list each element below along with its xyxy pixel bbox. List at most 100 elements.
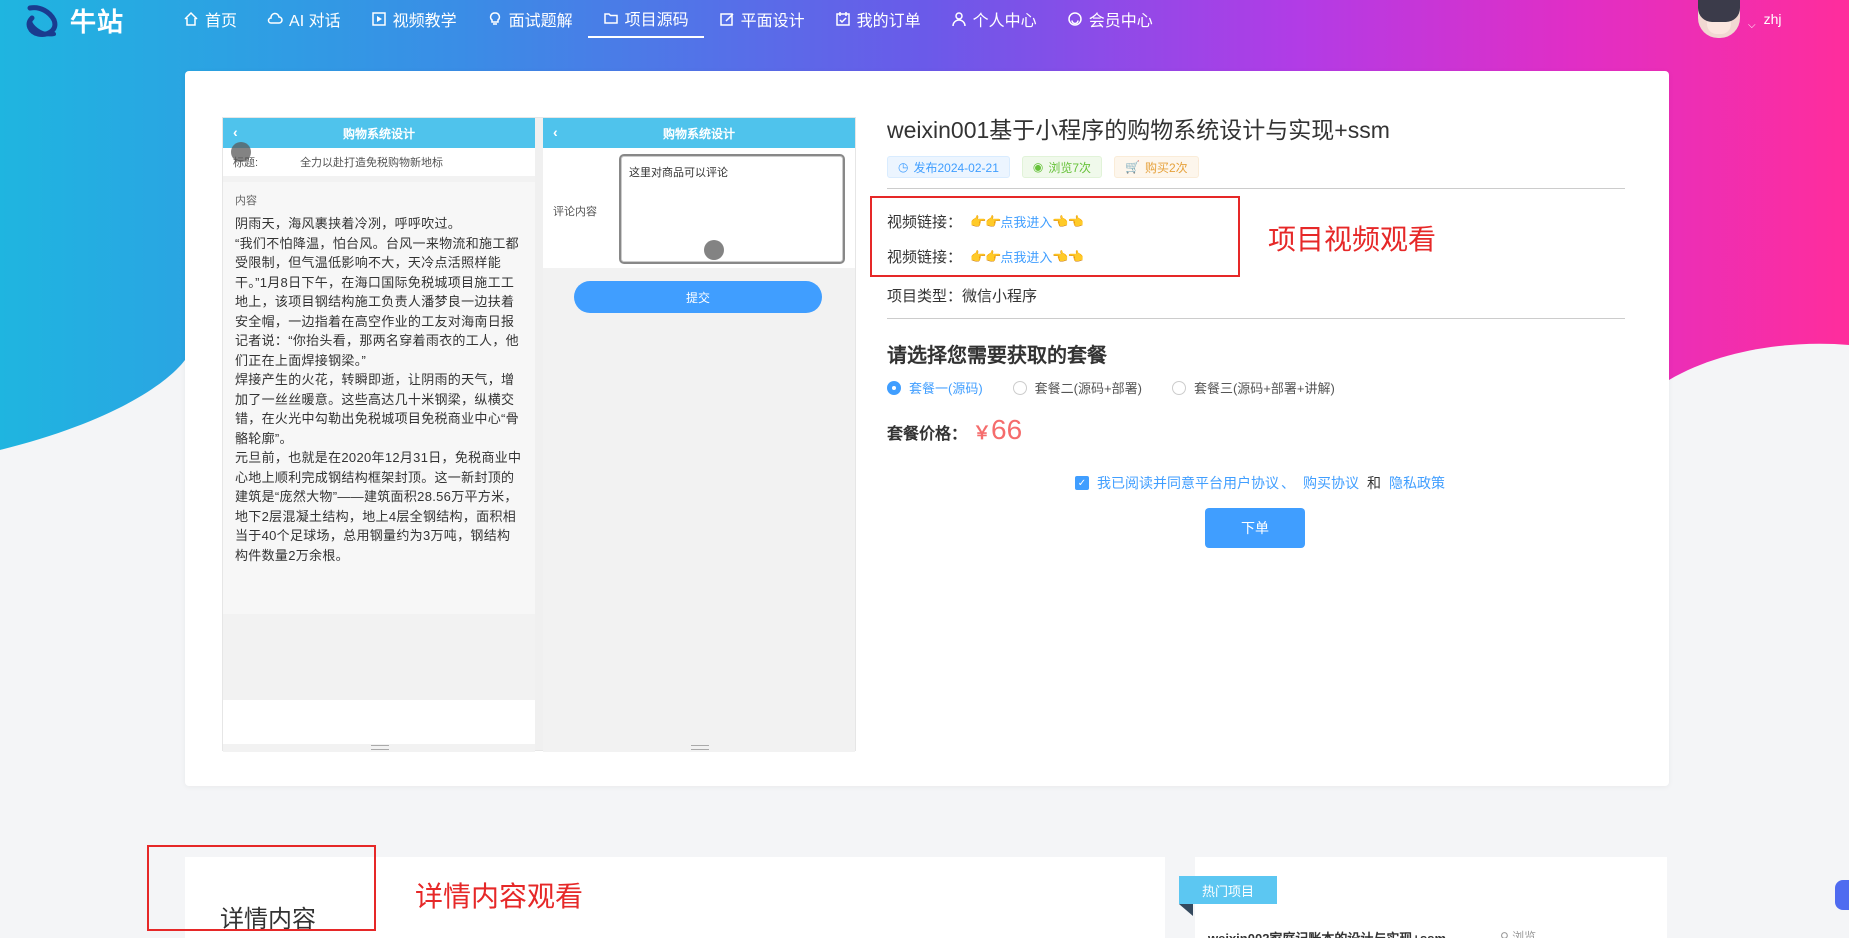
nav-item-label: 首页: [205, 13, 238, 30]
annotation-video-text: 项目视频观看: [1268, 224, 1437, 255]
buys-badge: 🛒 购买2次: [1114, 156, 1199, 178]
play-icon: [371, 12, 386, 26]
nav-item-vip[interactable]: 会员中心: [1052, 0, 1168, 38]
nav-item-design[interactable]: 平面设计: [704, 0, 820, 38]
buys-count: 购买2次: [1145, 160, 1188, 175]
phone-title: 购物系统设计: [662, 126, 735, 141]
agree-text: 我已阅读并同意平台: [1097, 475, 1223, 491]
price-row: 套餐价格： ￥66: [887, 414, 1022, 446]
user-agreement-link[interactable]: 用户协议: [1223, 473, 1279, 493]
user-icon: [951, 12, 966, 27]
purchase-agreement-link[interactable]: 购买协议: [1303, 473, 1359, 493]
package-options: 套餐一(源码) 套餐二(源码+部署) 套餐三(源码+部署+讲解): [887, 378, 1335, 397]
back-icon: ‹: [553, 124, 558, 140]
drag-handle[interactable]: [371, 745, 389, 750]
nav-menu: 首页 AI 对话 视频教学 面试题解 项目源码 平面设计 我的订单 个人中心 会…: [168, 0, 1168, 38]
package-option-1[interactable]: 套餐一(源码): [887, 378, 983, 397]
agree-and: 和: [1367, 475, 1381, 491]
nav-item-orders[interactable]: 我的订单: [820, 0, 936, 38]
price-amount: 66: [991, 414, 1023, 445]
calendar-icon: [835, 12, 850, 26]
phone-title: 购物系统设计: [342, 126, 415, 141]
submit-button[interactable]: 提交: [574, 281, 822, 313]
phone-title-bar: ‹ 购物系统设计: [223, 118, 535, 148]
nav-item-home[interactable]: 首页: [168, 0, 252, 38]
agreement-checkbox[interactable]: ✓: [1075, 476, 1089, 490]
divider: [887, 318, 1625, 319]
package-title: 请选择您需要获取的套餐: [887, 345, 1107, 367]
smile-icon: [1067, 12, 1082, 26]
phone-title-bar: ‹ 购物系统设计: [543, 118, 855, 148]
nav-item-label: 视频教学: [392, 13, 457, 30]
hot-project-views: ⚲ 浏览: [1500, 928, 1536, 938]
logo-icon: [26, 4, 58, 37]
privacy-policy-link[interactable]: 隐私政策: [1389, 473, 1445, 493]
views-count: 浏览7次: [1048, 160, 1092, 175]
home-icon: [184, 11, 198, 26]
product-title: weixin001基于小程序的购物系统设计与实现+ssm: [887, 117, 1390, 143]
phone-screenshot-comment: ‹ 购物系统设计 评论内容 这里对商品可以评论 提交: [543, 118, 855, 752]
hot-project-item[interactable]: weixin002家庭记账本的设计与实现+ssm: [1208, 928, 1446, 938]
nav-item-label: 个人中心: [972, 13, 1037, 30]
radio-icon: [1012, 380, 1027, 395]
product-tags: ◷ 发布2024-02-21 ◉ 浏览7次 🛒 购买2次: [887, 156, 1199, 178]
package-label: 套餐一(源码): [909, 381, 983, 396]
content-text: 阴雨天，海风裹挟着冷冽，呼呼吹过。 “我们不怕降温，怕台风。台风一来物流和施工都…: [235, 216, 522, 563]
currency-symbol: ￥: [973, 423, 992, 443]
package-label: 套餐三(源码+部署+讲解): [1193, 381, 1335, 396]
eye-icon: ◉: [1032, 160, 1044, 174]
radio-icon: [887, 380, 901, 395]
tag-fold: [1179, 904, 1193, 916]
comment-form: 评论内容 这里对商品可以评论: [543, 148, 855, 268]
top-navbar: 牛站 首页 AI 对话 视频教学 面试题解 项目源码 平面设计 我的订单 个人中…: [0, 0, 1849, 38]
user-menu[interactable]: ⌵ zhj: [1698, 0, 1782, 38]
package-option-2[interactable]: 套餐二(源码+部署): [1012, 378, 1142, 397]
comment-textarea[interactable]: 这里对商品可以评论: [619, 154, 845, 264]
price-value: ￥66: [973, 414, 1022, 446]
comment-label: 评论内容: [553, 206, 597, 218]
cart-icon: 🛒: [1125, 160, 1140, 174]
brand-name: 牛站: [70, 7, 125, 37]
nav-item-source[interactable]: 项目源码: [587, 0, 704, 38]
nav-item-label: 项目源码: [624, 12, 689, 29]
product-info: weixin001基于小程序的购物系统设计与实现+ssm ◷ 发布2024-02…: [887, 71, 1627, 786]
package-option-3[interactable]: 套餐三(源码+部署+讲解): [1171, 378, 1335, 397]
annotation-box-detail: [147, 845, 376, 931]
publish-date-badge: ◷ 发布2024-02-21: [887, 156, 1010, 178]
nav-item-label: 我的订单: [856, 13, 921, 30]
folder-icon: [603, 13, 618, 24]
bulb-icon: [489, 12, 500, 25]
nav-item-label: 会员中心: [1088, 13, 1153, 30]
nav-item-ai-chat[interactable]: AI 对话: [252, 0, 356, 38]
phone-bottom-bar: [223, 700, 535, 744]
product-card: ‹ 购物系统设计 标题: 全力以赴打造免税购物新地标 内容 阴雨天，海风裹挟着冷…: [185, 71, 1669, 786]
username: zhj: [1763, 11, 1782, 27]
nav-item-interview[interactable]: 面试题解: [472, 0, 588, 38]
divider: [887, 188, 1625, 189]
logo[interactable]: 牛站: [24, 2, 124, 39]
touch-indicator: [704, 240, 724, 260]
avatar[interactable]: [1698, 0, 1740, 38]
views-label: 浏览: [1512, 930, 1537, 938]
nav-item-label: AI 对话: [289, 13, 341, 30]
project-type: 项目类型：微信小程序: [887, 288, 1038, 305]
views-badge: ◉ 浏览7次: [1021, 156, 1103, 178]
phone-title-row: 标题: 全力以赴打造免税购物新地标: [223, 148, 535, 176]
nav-item-video[interactable]: 视频教学: [356, 0, 472, 38]
back-icon: ‹: [233, 124, 238, 140]
price-label: 套餐价格：: [887, 426, 968, 443]
floating-side-button[interactable]: [1835, 880, 1849, 910]
nav-item-profile[interactable]: 个人中心: [936, 0, 1052, 38]
nav-item-label: 面试题解: [508, 13, 573, 30]
order-button[interactable]: 下单: [1205, 508, 1305, 548]
agreement-row: ✓ 我已阅读并同意平台 用户协议 、 购买协议 和 隐私政策: [1075, 473, 1445, 493]
package-label: 套餐二(源码+部署): [1034, 381, 1142, 396]
annotation-box-video: [870, 196, 1240, 277]
agree-separator: 、: [1281, 475, 1295, 491]
drag-handle[interactable]: [691, 745, 709, 750]
clock-icon: ◷: [898, 160, 909, 174]
location-icon: ⚲: [1500, 930, 1513, 938]
chevron-down-icon: ⌵: [1748, 19, 1756, 31]
screenshot-gallery: ‹ 购物系统设计 标题: 全力以赴打造免税购物新地标 内容 阴雨天，海风裹挟着冷…: [222, 117, 856, 752]
phone-screenshot-detail: ‹ 购物系统设计 标题: 全力以赴打造免税购物新地标 内容 阴雨天，海风裹挟着冷…: [223, 118, 535, 752]
